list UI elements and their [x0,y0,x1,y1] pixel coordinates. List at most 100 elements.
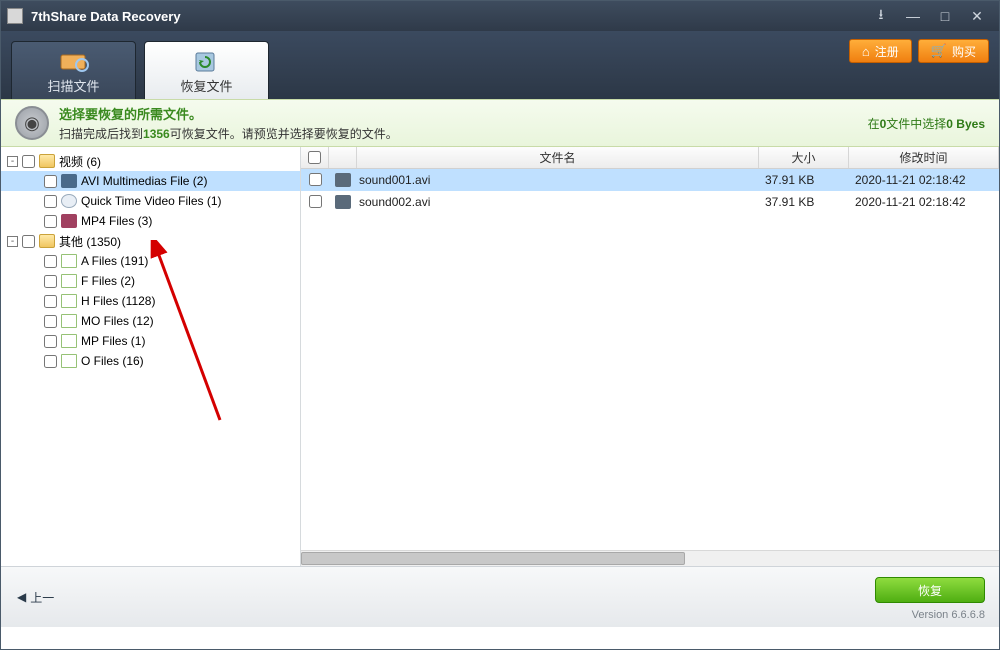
file-list-body[interactable]: sound001.avi37.91 KB2020-11-21 02:18:42s… [301,169,999,550]
file-checkbox[interactable] [309,173,322,186]
download-icon[interactable]: ⭳ [865,7,897,25]
file-date: 2020-11-21 02:18:42 [849,195,999,209]
tree-checkbox[interactable] [44,355,57,368]
file-date: 2020-11-21 02:18:42 [849,173,999,187]
cart-icon: 🛒 [931,43,947,59]
footer: ◀ 上一 恢复 Version 6.6.6.8 [1,567,999,627]
tree-label: A Files (191) [81,254,148,268]
header-icon-col [329,147,357,168]
scrollbar-thumb[interactable] [301,552,685,565]
tree-node[interactable]: - 视频 (6) [1,151,300,171]
chevron-left-icon: ◀ [17,590,26,604]
select-all-checkbox[interactable] [308,151,321,164]
app-icon [7,8,23,24]
header-checkbox-col[interactable] [301,147,329,168]
tree-label: F Files (2) [81,274,135,288]
tree-node[interactable]: MO Files (12) [1,311,300,331]
file-list-header: 文件名 大小 修改时间 [301,147,999,169]
header-size[interactable]: 大小 [759,147,849,168]
tree-node[interactable]: O Files (16) [1,351,300,371]
recover-button[interactable]: 恢复 [875,577,985,603]
txt-icon [61,354,77,368]
toolbar: 扫描文件 恢复文件 ⌂注册 🛒 购买 [1,31,999,99]
tree-label: 其他 (1350) [59,233,121,250]
tree-label: H Files (1128) [81,294,155,308]
horizontal-scrollbar[interactable] [301,550,999,566]
tree-node[interactable]: MP4 Files (3) [1,211,300,231]
tree-checkbox[interactable] [44,315,57,328]
register-button[interactable]: ⌂注册 [849,39,912,63]
buy-button[interactable]: 🛒 购买 [918,39,989,63]
scan-icon [59,50,89,74]
tree-node[interactable]: A Files (191) [1,251,300,271]
maximize-button[interactable]: □ [929,7,961,25]
twist-icon[interactable]: - [7,156,18,167]
tree-label: MO Files (12) [81,314,154,328]
disk-icon: ◉ [15,106,49,140]
folder-icon [39,154,55,168]
minimize-button[interactable]: — [897,7,929,25]
banner-selection-summary: 在0文件中选择0 Byes [868,115,985,132]
file-row[interactable]: sound002.avi37.91 KB2020-11-21 02:18:42 [301,191,999,213]
tab-recover-label: 恢复文件 [180,76,232,95]
main-area: - 视频 (6) AVI Multimedias File (2) Quick Tim… [1,147,999,567]
txt-icon [61,254,77,268]
back-button[interactable]: ◀ 上一 [17,589,54,606]
info-banner: ◉ 选择要恢复的所需文件。 扫描完成后找到1356可恢复文件。请预览并选择要恢复… [1,99,999,147]
tree-checkbox[interactable] [44,195,57,208]
file-size: 37.91 KB [759,173,849,187]
close-button[interactable]: ✕ [961,7,993,25]
tree-label: MP Files (1) [81,334,145,348]
tree-checkbox[interactable] [44,175,57,188]
file-checkbox[interactable] [309,195,322,208]
tree-node[interactable]: H Files (1128) [1,291,300,311]
back-label: 上一 [30,589,54,606]
txt-icon [61,334,77,348]
txt-icon [61,294,77,308]
banner-detail: 扫描完成后找到1356可恢复文件。请预览并选择要恢复的文件。 [59,125,868,142]
tree-label: MP4 Files (3) [81,214,152,228]
txt-icon [61,274,77,288]
banner-headline: 选择要恢复的所需文件。 [59,104,868,123]
tree-node[interactable]: AVI Multimedias File (2) [1,171,300,191]
version-label: Version 6.6.6.8 [912,609,985,621]
buy-label: 购买 [952,43,976,60]
tree-label: Quick Time Video Files (1) [81,194,222,208]
tab-recover[interactable]: 恢复文件 [144,41,269,99]
tree-node[interactable]: MP Files (1) [1,331,300,351]
file-size: 37.91 KB [759,195,849,209]
tree-label: 视频 (6) [59,153,101,170]
file-row[interactable]: sound001.avi37.91 KB2020-11-21 02:18:42 [301,169,999,191]
register-label: 注册 [875,43,899,60]
tree-node[interactable]: Quick Time Video Files (1) [1,191,300,211]
header-date[interactable]: 修改时间 [849,147,999,168]
recover-icon [192,50,222,74]
category-tree[interactable]: - 视频 (6) AVI Multimedias File (2) Quick Tim… [1,147,301,566]
file-name: sound001.avi [357,173,759,187]
file-name: sound002.avi [357,195,759,209]
avi-icon [61,174,77,188]
tab-scan[interactable]: 扫描文件 [11,41,136,99]
twist-icon[interactable]: - [7,236,18,247]
tree-checkbox[interactable] [44,275,57,288]
app-title: 7thShare Data Recovery [31,9,865,24]
tree-label: AVI Multimedias File (2) [81,174,207,188]
file-icon [335,173,351,187]
folder-icon [39,234,55,248]
tree-checkbox[interactable] [44,335,57,348]
tab-scan-label: 扫描文件 [47,76,99,95]
tree-checkbox[interactable] [22,155,35,168]
tree-checkbox[interactable] [44,295,57,308]
qt-icon [61,194,77,208]
titlebar: 7thShare Data Recovery ⭳ — □ ✕ [1,1,999,31]
tree-label: O Files (16) [81,354,144,368]
recover-label: 恢复 [918,582,942,599]
mp4-icon [61,214,77,228]
tree-checkbox[interactable] [22,235,35,248]
tree-checkbox[interactable] [44,255,57,268]
tree-checkbox[interactable] [44,215,57,228]
tree-node[interactable]: F Files (2) [1,271,300,291]
header-name[interactable]: 文件名 [357,147,759,168]
txt-icon [61,314,77,328]
tree-node[interactable]: - 其他 (1350) [1,231,300,251]
